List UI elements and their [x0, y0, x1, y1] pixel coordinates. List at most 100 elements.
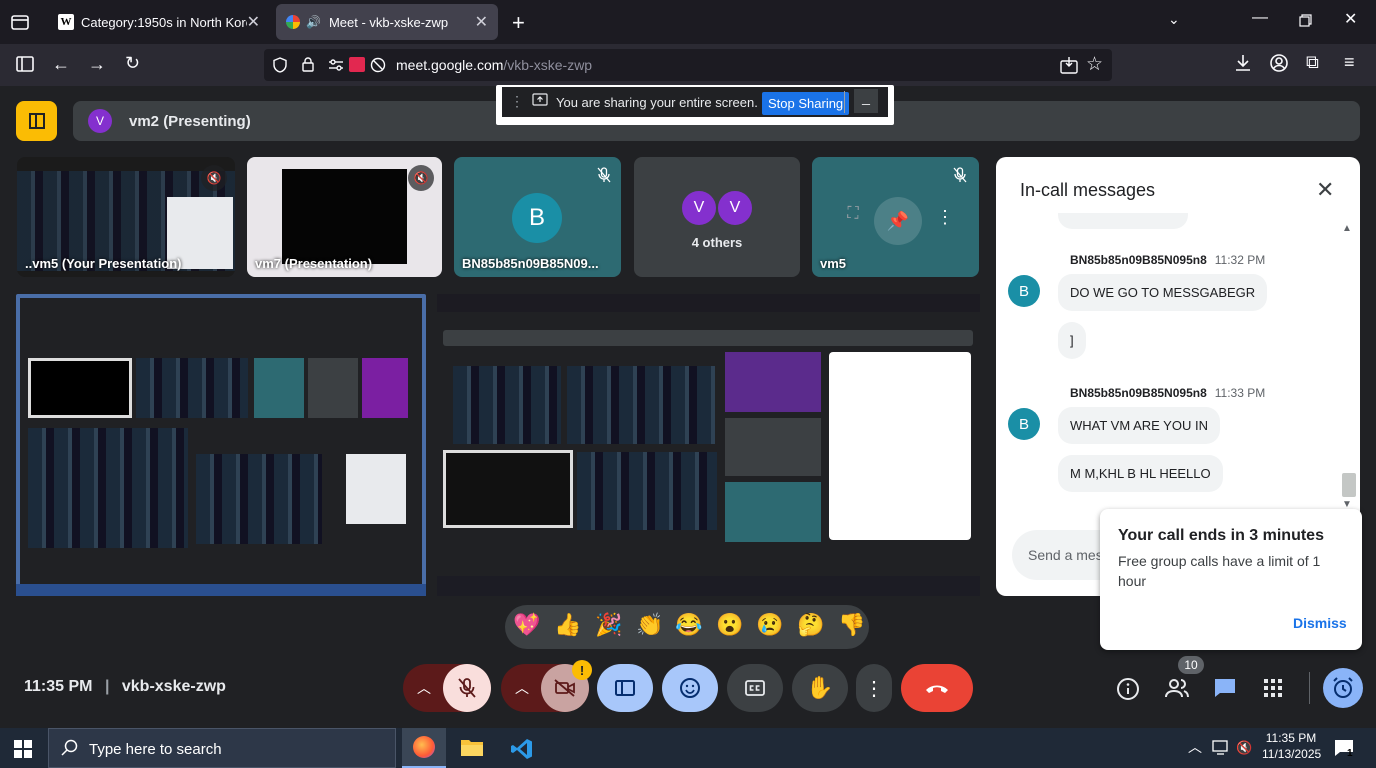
reaction-heart[interactable]: 💖 — [513, 612, 540, 638]
scroll-up-icon[interactable]: ▲ — [1342, 223, 1352, 234]
vscode-icon[interactable] — [510, 737, 534, 761]
mic-off-icon: 🔇 — [201, 165, 227, 191]
microphone-blocked-icon[interactable] — [370, 57, 386, 73]
install-app-icon[interactable] — [1060, 56, 1078, 74]
reaction-thinking[interactable]: 🤔 — [797, 612, 824, 638]
minimize-share-bar-button[interactable]: _ — [854, 89, 878, 113]
participant-tile-vm5[interactable]: ⛶ 📌 ⋮ vm5 — [812, 157, 979, 277]
reaction-party[interactable]: 🎉 — [595, 612, 622, 638]
avatar: B — [1008, 408, 1040, 440]
notification-count: 1 — [1347, 748, 1353, 759]
presentation-thumbnail — [282, 169, 407, 264]
nested-chat — [346, 454, 406, 524]
reaction-laugh[interactable]: 😂 — [675, 612, 702, 638]
people-icon[interactable] — [1164, 677, 1190, 699]
presentation-main-left[interactable] — [16, 294, 426, 596]
close-panel-icon[interactable]: ✕ — [1316, 177, 1334, 203]
nested-tile — [136, 358, 248, 418]
speaker-icon[interactable]: 🔊 — [306, 15, 321, 29]
bookmark-star-icon[interactable]: ☆ — [1086, 55, 1103, 74]
permissions-icon[interactable] — [328, 58, 344, 72]
call-timer-button[interactable] — [1323, 668, 1363, 708]
extensions-icon[interactable]: ⧉ — [1306, 53, 1319, 71]
firefox-icon — [413, 736, 435, 758]
participant-tile-bn85[interactable]: B BN85b85n09B85N09... — [454, 157, 621, 277]
participant-tile-vm7-presentation[interactable]: 🔇 vm7 (Presentation) — [247, 157, 442, 277]
nested-header — [443, 330, 973, 346]
meeting-details-icon[interactable] — [1116, 677, 1140, 701]
tab-close-icon[interactable]: ✕ — [247, 12, 260, 32]
tracking-shield-icon[interactable] — [273, 57, 287, 73]
nested-tile — [725, 482, 821, 542]
restore-window-icon[interactable] — [1299, 14, 1312, 27]
participant-tile-others[interactable]: V V 4 others — [634, 157, 800, 277]
mic-options-chevron-icon[interactable]: ︿ — [403, 664, 445, 712]
volume-muted-icon[interactable]: 🔇 — [1236, 740, 1252, 756]
screen-share-icon — [532, 93, 548, 107]
present-screen-button[interactable] — [597, 664, 653, 712]
nested-browser-bar — [437, 294, 980, 312]
taskbar-firefox[interactable] — [402, 728, 446, 768]
downloads-icon[interactable] — [1234, 54, 1252, 72]
raise-hand-button[interactable]: ✋ — [792, 664, 848, 712]
tab-label: Category:1950s in North Korea — [80, 14, 247, 30]
reaction-sad[interactable]: 😢 — [756, 612, 783, 638]
minimize-window-icon[interactable]: — — [1252, 10, 1268, 26]
reaction-thumbs-up[interactable]: 👍 — [554, 612, 581, 638]
drag-handle-icon[interactable]: ⋮ — [510, 93, 524, 110]
nested-tile — [443, 450, 573, 528]
divider — [1309, 672, 1310, 704]
network-icon[interactable] — [1212, 740, 1230, 756]
reactions-button[interactable] — [662, 664, 718, 712]
call-ending-popup: Your call ends in 3 minutes Free group c… — [1100, 509, 1362, 650]
captions-icon — [745, 680, 765, 696]
new-tab-icon[interactable]: + — [512, 12, 525, 34]
url-text[interactable]: meet.google.com/vkb-xske-zwp — [396, 57, 592, 73]
reaction-surprised[interactable]: 😮 — [716, 612, 743, 638]
taskbar-search-box[interactable]: Type here to search — [48, 728, 396, 768]
more-options-button[interactable]: ⋮ — [856, 664, 892, 712]
account-icon[interactable] — [1270, 54, 1288, 72]
file-explorer-icon[interactable] — [460, 737, 484, 757]
presentation-main-right[interactable] — [437, 294, 980, 596]
menu-icon[interactable]: ≡ — [1344, 53, 1355, 71]
camera-options-chevron-icon[interactable]: ︿ — [501, 664, 543, 712]
windows-start-icon[interactable] — [14, 740, 32, 758]
taskbar-clock[interactable]: 11:35 PM 11/13/2025 — [1262, 731, 1321, 761]
show-hidden-icons-chevron-icon[interactable]: ︿ — [1188, 740, 1202, 754]
sidebar-toggle-icon[interactable] — [16, 56, 34, 72]
captions-button[interactable] — [727, 664, 783, 712]
tab-meet[interactable]: 🔊 Meet - vkb-xske-zwp ✕ — [276, 4, 498, 40]
reload-icon[interactable]: ↻ — [125, 54, 140, 72]
nested-tile — [362, 358, 408, 418]
pin-tile-icon[interactable]: 📌 — [874, 197, 922, 245]
activities-icon[interactable] — [1264, 679, 1282, 697]
more-options-icon[interactable]: ⋮ — [936, 207, 954, 228]
wikipedia-icon: W — [58, 14, 74, 30]
forward-arrow-icon[interactable]: → — [88, 55, 106, 73]
stop-sharing-button[interactable]: Stop Sharing — [762, 92, 850, 115]
mic-off-icon: 🔇 — [408, 165, 434, 191]
presenter-title: vm2 (Presenting) — [129, 113, 251, 130]
frame-person-icon[interactable]: ⛶ — [838, 199, 868, 229]
nested-tile — [577, 452, 717, 530]
dismiss-button[interactable]: Dismiss — [1293, 615, 1347, 631]
scrollbar-thumb[interactable] — [1342, 473, 1356, 497]
list-all-tabs-chevron-icon[interactable]: ⌄ — [1168, 12, 1180, 26]
back-arrow-icon[interactable]: ← — [52, 55, 70, 73]
screen-sharing-indicator-icon[interactable] — [349, 57, 365, 72]
meeting-time: 11:35 PM — [24, 678, 93, 695]
tab-close-icon[interactable]: ✕ — [475, 12, 488, 32]
lock-icon[interactable] — [302, 57, 314, 72]
tab-list-icon[interactable] — [10, 12, 30, 32]
reaction-thumbs-down[interactable]: 👎 — [838, 612, 865, 638]
presentation-layout-button[interactable] — [16, 101, 57, 141]
chat-icon[interactable] — [1213, 677, 1237, 699]
close-window-icon[interactable]: ✕ — [1344, 12, 1357, 28]
mic-toggle-button[interactable] — [443, 664, 491, 712]
url-bar[interactable]: meet.google.com/vkb-xske-zwp ☆ — [264, 49, 1112, 81]
tab-wikipedia[interactable]: W Category:1950s in North Korea ✕ — [48, 4, 270, 40]
reaction-clap[interactable]: 👏 — [636, 612, 663, 638]
leave-call-button[interactable] — [901, 664, 973, 712]
participant-tile-vm5-presentation[interactable]: 🔇 ..vm5 (Your Presentation) — [17, 157, 235, 277]
